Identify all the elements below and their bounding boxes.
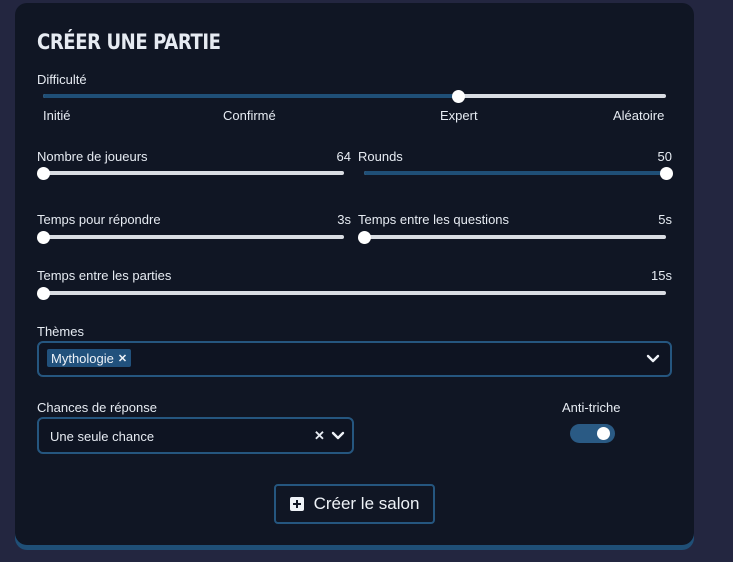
question-gap-label: Temps entre les questions xyxy=(358,212,510,227)
plus-square-icon xyxy=(289,497,304,511)
themes-select[interactable]: Mythologie ✕ xyxy=(37,341,672,377)
chevron-down-icon[interactable] xyxy=(331,431,345,441)
players-label: Nombre de joueurs xyxy=(37,149,148,164)
difficulty-level-1[interactable]: Initié xyxy=(43,108,70,123)
rounds-slider-fill xyxy=(364,171,666,175)
create-room-label: Créer le salon xyxy=(313,494,420,513)
game-gap-label: Temps entre les parties xyxy=(37,268,172,283)
page-title: Créer une partie xyxy=(37,30,221,54)
difficulty-level-4[interactable]: Aléatoire xyxy=(613,108,664,123)
question-gap-value: 5s xyxy=(658,212,672,227)
game-gap-value: 15s xyxy=(651,268,672,283)
difficulty-slider-thumb[interactable] xyxy=(451,89,465,103)
question-gap-slider[interactable] xyxy=(357,230,666,244)
rounds-label: Rounds xyxy=(358,149,403,164)
create-room-button[interactable]: Créer le salon xyxy=(274,484,435,524)
remove-chip-icon[interactable]: ✕ xyxy=(118,352,127,365)
difficulty-slider-fill xyxy=(43,94,459,98)
theme-chip-label: Mythologie xyxy=(51,350,114,366)
theme-chip: Mythologie ✕ xyxy=(47,349,132,367)
answer-chances-select[interactable]: Une seule chance ✕ xyxy=(37,417,354,454)
difficulty-level-3[interactable]: Expert xyxy=(440,108,478,123)
difficulty-label: Difficulté xyxy=(37,72,87,87)
answer-time-slider[interactable] xyxy=(36,230,344,244)
difficulty-slider[interactable] xyxy=(43,89,666,103)
clear-icon[interactable]: ✕ xyxy=(314,428,325,444)
answer-chances-label: Chances de réponse xyxy=(37,400,157,415)
rounds-slider-thumb[interactable] xyxy=(659,166,673,180)
answer-chances-value: Une seule chance xyxy=(50,429,155,444)
answer-time-label: Temps pour répondre xyxy=(37,212,161,227)
answer-time-value: 3s xyxy=(337,212,351,227)
toggle-knob xyxy=(597,427,610,440)
players-slider-thumb[interactable] xyxy=(36,166,50,180)
anti-cheat-label: Anti-triche xyxy=(562,400,621,415)
answer-time-slider-thumb[interactable] xyxy=(36,230,50,244)
chevron-down-icon[interactable] xyxy=(646,354,660,364)
rounds-value: 50 xyxy=(657,149,672,164)
question-gap-slider-thumb[interactable] xyxy=(357,230,371,244)
anti-cheat-toggle[interactable] xyxy=(570,424,615,443)
themes-label: Thèmes xyxy=(37,324,84,339)
players-slider[interactable] xyxy=(36,166,344,180)
rounds-slider[interactable] xyxy=(364,166,673,180)
players-value: 64 xyxy=(336,149,351,164)
game-gap-slider-thumb[interactable] xyxy=(36,286,50,300)
game-gap-slider[interactable] xyxy=(36,286,666,300)
difficulty-level-2[interactable]: Confirmé xyxy=(223,108,276,123)
